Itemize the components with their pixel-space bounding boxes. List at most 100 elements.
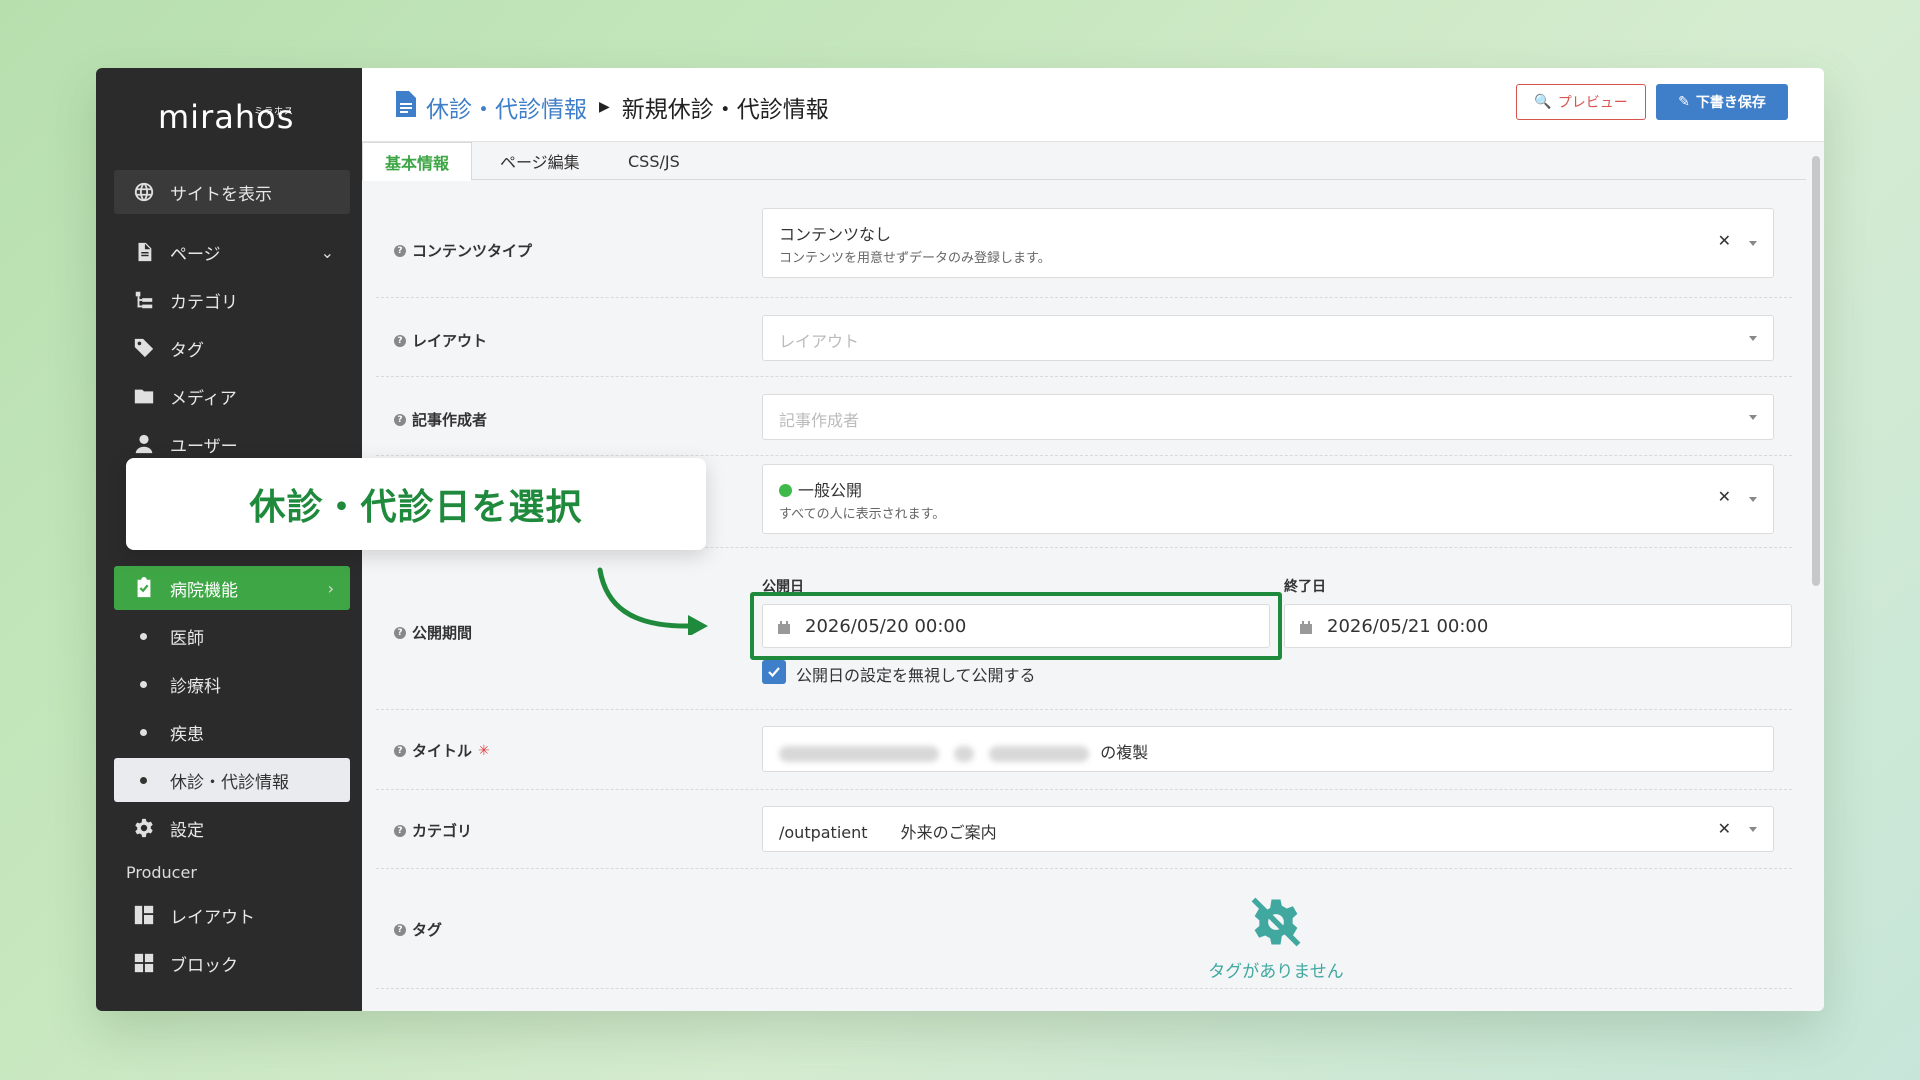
- folder-icon: [132, 384, 156, 408]
- bullet-icon: [140, 680, 147, 688]
- content-type-select[interactable]: コンテンツなし コンテンツを用意せずデータのみ登録します。 ✕: [762, 208, 1774, 278]
- sidebar-item-label: 疾患: [170, 724, 204, 745]
- page-header: 休診・代診情報 ▶ 新規休診・代診情報 🔍 プレビュー ✎ 下書き保存: [362, 68, 1824, 142]
- sidebar-item-view-site[interactable]: サイトを表示: [114, 170, 350, 214]
- scrollbar[interactable]: [1812, 156, 1820, 586]
- field-label: ? コンテンツタイプ: [394, 240, 532, 261]
- sidebar-item-media[interactable]: メディア: [114, 374, 350, 418]
- help-icon: ?: [394, 244, 406, 257]
- sidebar-item-hospital[interactable]: 病院機能 ›: [114, 566, 350, 610]
- sidebar-item-label: 病院機能: [170, 580, 238, 601]
- caret-down-icon[interactable]: [1749, 497, 1757, 502]
- sidebar-subitem-disease[interactable]: 疾患: [114, 710, 350, 754]
- category-select[interactable]: /outpatient 外来のご案内 ✕: [762, 806, 1774, 852]
- page-title: 新規休診・代診情報: [621, 97, 829, 123]
- form-row-category: ? カテゴリ /outpatient 外来のご案内 ✕: [376, 790, 1792, 869]
- form-row-author: ? 記事作成者 記事作成者: [376, 377, 1792, 456]
- bullet-icon: [140, 776, 147, 784]
- field-label: ? 公開期間: [394, 622, 472, 643]
- sidebar-item-label: 医師: [170, 628, 204, 649]
- form-row-title: ? タイトル ✳ の複製: [376, 710, 1792, 790]
- tab-basic-info[interactable]: 基本情報: [362, 142, 473, 181]
- tag-icon: [132, 336, 156, 360]
- help-icon: ?: [394, 334, 406, 347]
- form-row-content-type: ? コンテンツタイプ コンテンツなし コンテンツを用意せずデータのみ登録します。…: [376, 206, 1792, 298]
- tab-css-js[interactable]: CSS/JS: [606, 142, 702, 180]
- gear-icon: [132, 816, 156, 840]
- clear-icon[interactable]: ✕: [1718, 487, 1731, 506]
- highlight-frame: [750, 592, 1282, 660]
- author-select[interactable]: 記事作成者: [762, 394, 1774, 440]
- save-draft-button[interactable]: ✎ 下書き保存: [1656, 84, 1788, 120]
- tab-page-edit[interactable]: ページ編集: [478, 142, 602, 180]
- sidebar-item-label: レイアウト: [170, 907, 255, 928]
- help-icon: ?: [394, 923, 406, 936]
- arrow-annotation: [597, 567, 708, 635]
- form-row-layout: ? レイアウト レイアウト: [376, 298, 1792, 377]
- required-mark: ✳: [478, 742, 490, 759]
- redacted-text: [779, 745, 939, 762]
- caret-down-icon: [1749, 336, 1757, 341]
- sidebar-item-label: ブロック: [170, 955, 238, 976]
- end-date-input[interactable]: 2026/05/21 00:00: [1284, 604, 1792, 648]
- empty-tags-state: タグがありません: [1196, 895, 1356, 982]
- sidebar-item-layout[interactable]: レイアウト: [114, 893, 350, 937]
- sidebar-item-settings[interactable]: 設定: [114, 806, 350, 850]
- select-value: /outpatient 外来のご案内: [779, 823, 997, 842]
- save-draft-button-label: 下書き保存: [1695, 95, 1766, 111]
- ignore-publish-date-checkbox[interactable]: [762, 660, 786, 684]
- sidebar-subitem-department[interactable]: 診療科: [114, 662, 350, 706]
- clear-icon[interactable]: ✕: [1718, 819, 1731, 838]
- breadcrumb-parent-link[interactable]: 休診・代診情報: [426, 90, 587, 124]
- preview-icon: 🔍: [1534, 94, 1552, 110]
- user-icon: [132, 432, 156, 456]
- sidebar-item-label: サイトを表示: [170, 184, 272, 205]
- caret-down-icon[interactable]: [1749, 241, 1757, 246]
- bullet-icon: [140, 728, 147, 736]
- title-value: の複製: [779, 739, 1148, 763]
- check-icon: [768, 667, 780, 678]
- caret-down-icon[interactable]: [1749, 827, 1757, 832]
- visibility-select[interactable]: 一般公開 すべての人に表示されます。 ✕: [762, 464, 1774, 534]
- select-description: コンテンツを用意せずデータのみ登録します。: [779, 251, 1051, 266]
- help-icon: ?: [394, 824, 406, 837]
- globe-icon: [132, 180, 156, 204]
- select-value: 一般公開: [779, 477, 862, 501]
- tab-bar: 基本情報 ページ編集 CSS/JS: [362, 142, 1806, 181]
- help-icon: ?: [394, 413, 406, 426]
- sidebar-item-category[interactable]: カテゴリ: [114, 278, 350, 322]
- ignore-publish-date-label: 公開日の設定を無視して公開する: [796, 666, 1036, 685]
- bullet-icon: [140, 632, 147, 640]
- redacted-text: [989, 745, 1090, 762]
- grid-icon: [132, 951, 156, 975]
- pencil-icon: ✎: [1678, 94, 1690, 110]
- sidebar-item-label: 休診・代診情報: [170, 772, 289, 793]
- sidebar-subitem-doctor[interactable]: 医師: [114, 614, 350, 658]
- page-icon: [132, 240, 156, 264]
- select-placeholder: 記事作成者: [779, 411, 860, 430]
- caret-right-icon: ▶: [599, 99, 610, 115]
- sidebar-item-block[interactable]: ブロック: [114, 941, 350, 985]
- caret-down-icon: [1749, 415, 1757, 420]
- preview-button[interactable]: 🔍 プレビュー: [1516, 84, 1646, 120]
- tag-off-icon: [1251, 897, 1301, 947]
- form-row-tags: ? タグ タグがありません: [376, 869, 1792, 989]
- document-icon: [394, 90, 426, 124]
- field-label: ? タイトル ✳: [394, 740, 490, 761]
- sidebar-subitem-closure-info[interactable]: 休診・代診情報: [114, 758, 350, 802]
- layout-select[interactable]: レイアウト: [762, 315, 1774, 361]
- logo-kana: ミラホス: [254, 107, 295, 117]
- sidebar-item-label: ユーザー: [170, 436, 238, 457]
- preview-button-label: プレビュー: [1557, 95, 1628, 111]
- check-clipboard-icon: [132, 576, 156, 600]
- sidebar-item-tag[interactable]: タグ: [114, 326, 350, 370]
- select-description: すべての人に表示されます。: [779, 507, 946, 522]
- chevron-right-icon: ›: [327, 578, 334, 598]
- sidebar-item-page[interactable]: ページ ⌄: [114, 230, 350, 274]
- sidebar-item-label: タグ: [170, 340, 204, 361]
- calendar-icon: [1299, 619, 1313, 634]
- breadcrumb: 休診・代診情報 ▶ 新規休診・代診情報: [394, 90, 829, 124]
- clear-icon[interactable]: ✕: [1718, 231, 1731, 250]
- title-input[interactable]: の複製: [762, 726, 1774, 772]
- help-icon: ?: [394, 744, 406, 757]
